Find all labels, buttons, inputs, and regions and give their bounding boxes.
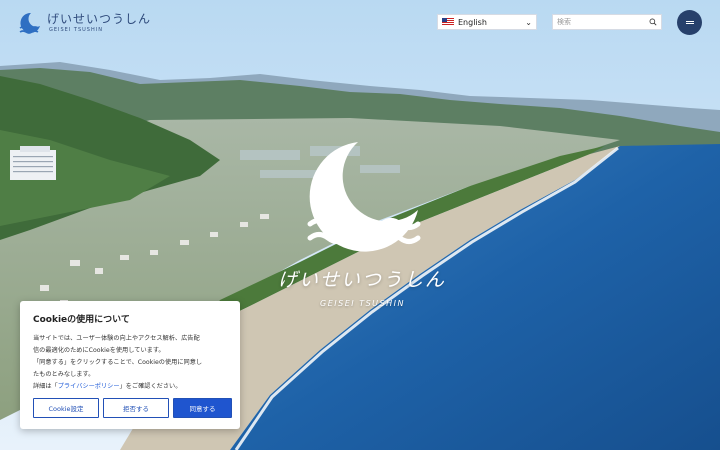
cookie-text-line: たものとみなします。 <box>33 371 95 378</box>
cookie-settings-button[interactable]: Cookie設定 <box>33 398 99 418</box>
cookie-text-line: 詳細は「 <box>33 383 58 390</box>
crescent-wave-logo-icon <box>19 12 40 34</box>
cookie-text-line: 当サイトでは、ユーザー体験の向上やアクセス解析、広告配 <box>33 335 200 342</box>
hero-title-japanese: げいせいつうしん <box>277 269 446 291</box>
language-selected: English <box>458 17 487 27</box>
search-input[interactable] <box>553 16 649 28</box>
language-select[interactable]: English ⌄ <box>437 14 537 30</box>
logo-english-text: GEISEI TSUSHIN <box>49 27 103 33</box>
us-flag-icon <box>442 18 454 26</box>
accept-button[interactable]: 同意する <box>173 398 232 418</box>
crescent-wave-emblem-icon <box>307 142 421 252</box>
menu-button[interactable] <box>677 10 702 35</box>
cookie-description: 当サイトでは、ユーザー体験の向上やアクセス解析、広告配 信の最適化のためにCoo… <box>33 333 227 393</box>
cookie-text-line: 」をご確認ください。 <box>119 383 182 390</box>
search-box <box>552 14 662 30</box>
cookie-title: Cookieの使用について <box>33 315 130 325</box>
privacy-policy-link[interactable]: プライバシーポリシー <box>58 383 120 390</box>
cookie-buttons: Cookie設定 拒否する 同意する <box>33 398 232 418</box>
logo-japanese-text: げいせいつうしん <box>47 12 152 26</box>
hero-title-english: GEISEI TSUSHIN <box>320 299 405 308</box>
hamburger-icon <box>685 20 694 25</box>
reject-button[interactable]: 拒否する <box>103 398 169 418</box>
site-logo[interactable]: げいせいつうしん GEISEI TSUSHIN <box>17 10 151 36</box>
cookie-text-line: 信の最適化のためにCookieを使用しています。 <box>33 347 165 354</box>
search-icon[interactable] <box>649 17 657 27</box>
hero-logo <box>300 140 425 259</box>
chevron-down-icon: ⌄ <box>525 17 532 27</box>
cookie-consent-dialog: Cookieの使用について 当サイトでは、ユーザー体験の向上やアクセス解析、広告… <box>20 301 240 429</box>
cookie-text-line: 「同意する」をクリックすることで、Cookieの使用に同意し <box>33 359 203 366</box>
